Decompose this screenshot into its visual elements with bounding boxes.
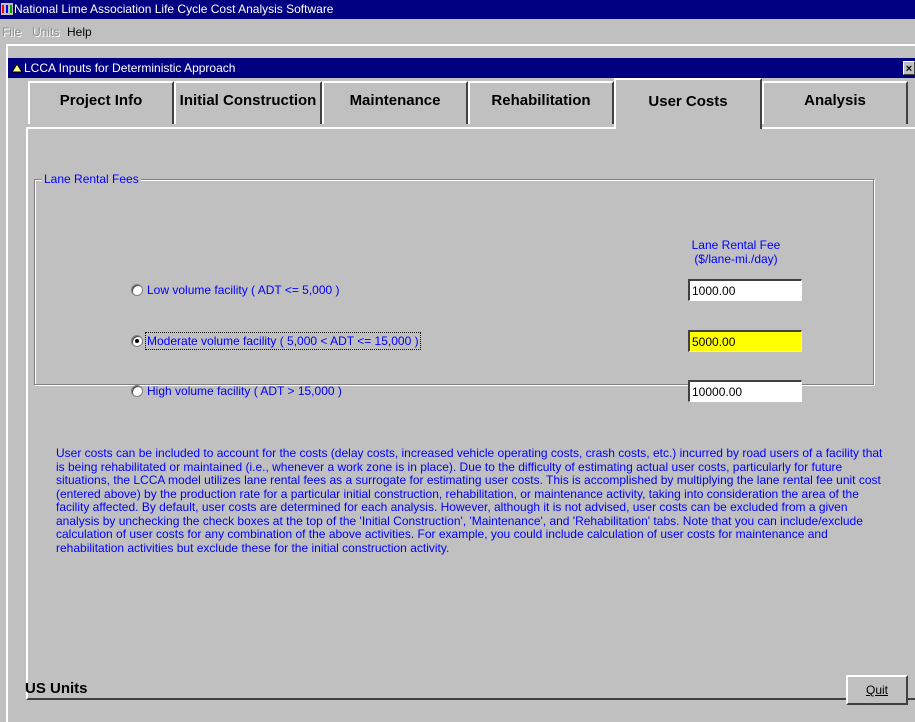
high-volume-fee-input[interactable] [688,380,802,402]
tab-user-costs[interactable]: User Costs [614,78,762,129]
quit-label: Quit [865,683,888,697]
high-volume-radio[interactable] [131,385,143,397]
low-volume-radio[interactable] [131,284,143,296]
app-icon [1,3,13,15]
group-label: Lane Rental Fees [42,172,141,186]
fee-column-header: Lane Rental Fee ($/lane-mi./day) [691,238,781,266]
window-title: LCCA Inputs for Deterministic Approach [24,61,236,75]
user-costs-description: User costs can be included to account fo… [56,446,883,555]
radio-selected-dot [135,339,139,343]
low-volume-fee-input[interactable] [688,279,802,301]
high-volume-label[interactable]: High volume facility ( ADT > 15,000 ) [147,384,342,398]
lane-rental-fees-group: Lane Rental Fees Lane Rental Fee ($/lane-… [34,172,874,402]
tab-project-info[interactable]: Project Info [28,81,174,124]
menu-file[interactable]: File [2,25,21,39]
tab-initial-construction[interactable]: Initial Construction [174,81,322,124]
moderate-volume-fee-input[interactable] [688,330,802,352]
app-titlebar: National Lime Association Life Cycle Cos… [0,0,915,19]
tab-rehabilitation[interactable]: Rehabilitation [468,81,614,124]
moderate-volume-label[interactable]: Moderate volume facility ( 5,000 < ADT <… [145,332,421,350]
tab-maintenance[interactable]: Maintenance [322,81,468,124]
menu-help[interactable]: Help [67,25,92,39]
menu-bar: File Units Help [0,19,915,44]
app-title: National Lime Association Life Cycle Cos… [14,2,334,16]
low-volume-label[interactable]: Low volume facility ( ADT <= 5,000 ) [147,283,340,297]
quit-button[interactable]: Quit [846,675,908,705]
units-label: US Units [25,680,88,697]
moderate-volume-radio[interactable] [131,335,143,347]
window-titlebar: LCCA Inputs for Deterministic Approach × [8,58,915,78]
close-icon[interactable]: × [903,61,915,75]
menu-units[interactable]: Units [32,25,59,39]
tab-analysis[interactable]: Analysis [762,81,908,124]
window-icon [11,63,23,73]
